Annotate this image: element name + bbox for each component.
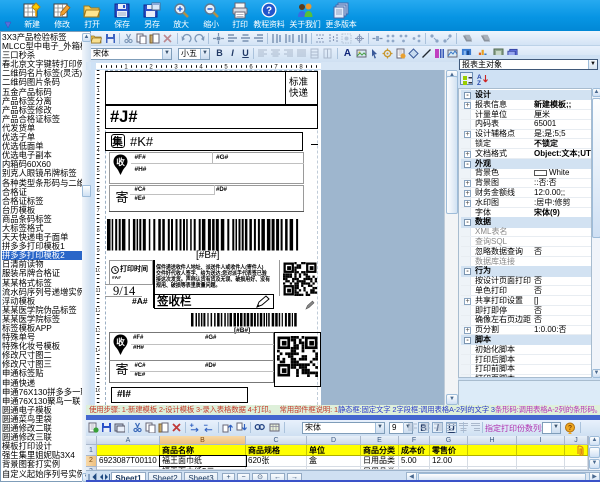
svg-text:收: 收: [116, 157, 125, 167]
svg-text:收: 收: [116, 337, 125, 347]
svg-text:?: ?: [568, 425, 572, 432]
svg-text:Z: Z: [477, 80, 481, 85]
svg-text:?: ?: [266, 6, 272, 17]
